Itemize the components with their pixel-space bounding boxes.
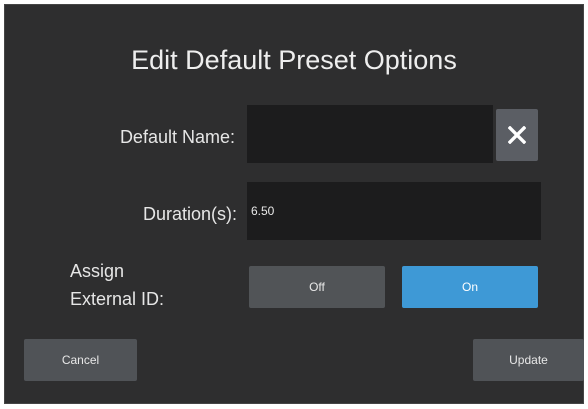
default-name-label: Default Name: xyxy=(119,127,235,147)
duration-label: Duration(s): xyxy=(142,204,237,224)
clear-name-button[interactable] xyxy=(496,109,538,161)
dialog-title: Edit Default Preset Options xyxy=(131,45,457,75)
edit-default-preset-dialog: Edit Default Preset Options Default Name… xyxy=(4,4,584,404)
default-name-input[interactable] xyxy=(247,105,493,163)
cancel-button[interactable]: Cancel xyxy=(24,339,137,381)
external-id-off-button[interactable]: Off xyxy=(249,266,385,308)
close-icon xyxy=(508,126,526,144)
external-id-on-button[interactable]: On xyxy=(402,266,538,308)
assign-external-id-label-line2: External ID: xyxy=(70,289,165,309)
update-button[interactable]: Update xyxy=(473,339,584,381)
duration-input[interactable]: 6.50 xyxy=(247,182,541,240)
assign-external-id-label-line1: Assign xyxy=(70,261,125,281)
